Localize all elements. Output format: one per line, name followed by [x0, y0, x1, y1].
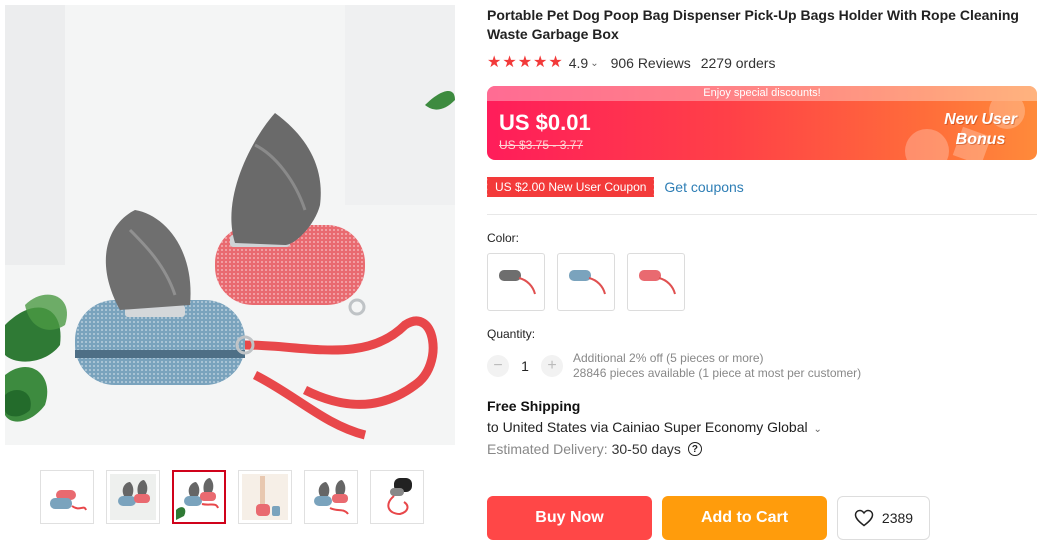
bonus-line-2: Bonus — [955, 131, 1006, 148]
reviews-link[interactable]: 906 Reviews — [611, 55, 691, 71]
original-price: US $3.75 - 3.77 — [499, 138, 584, 152]
rating-value[interactable]: 4.9 — [569, 55, 588, 71]
bonus-line-1: New User — [944, 111, 1017, 128]
bulk-discount-note: Additional 2% off (5 pieces or more) — [573, 351, 764, 365]
thumbnail-1[interactable] — [40, 470, 94, 524]
help-circle-icon[interactable]: ? — [687, 442, 702, 456]
chevron-down-icon[interactable]: ⌄ — [814, 424, 822, 435]
new-user-coupon-badge[interactable]: US $2.00 New User Coupon — [484, 177, 655, 197]
delivery-label: Estimated Delivery: — [487, 441, 608, 457]
coupon-row: US $2.00 New User Coupon Get coupons — [484, 177, 1037, 197]
orders-count: 2279 orders — [700, 55, 776, 71]
shipping-destination[interactable]: to United States via Cainiao Super Econo… — [487, 419, 1037, 435]
product-title: Portable Pet Dog Poop Bag Dispenser Pick… — [487, 7, 1019, 42]
thumbnail-4[interactable] — [238, 470, 292, 524]
star-rating: ★ ★ ★ ★ ★ — [487, 55, 563, 71]
rating-row: ★ ★ ★ ★ ★ 4.9 ⌄ 906 Reviews 2279 orders — [487, 55, 1037, 72]
get-coupons-link[interactable]: Get coupons — [664, 179, 743, 195]
heart-outline-icon — [854, 509, 874, 527]
wishlist-count: 2389 — [881, 510, 914, 526]
estimated-delivery: Estimated Delivery: 30-50 days ? — [487, 441, 1037, 457]
add-to-cart-button[interactable]: Add to Cart — [662, 496, 827, 540]
chevron-down-icon[interactable]: ⌄ — [590, 58, 598, 69]
color-label: Color: — [487, 231, 520, 245]
star-icon: ★ — [517, 54, 533, 71]
free-shipping-title: Free Shipping — [487, 398, 581, 414]
color-swatches — [487, 253, 1037, 311]
product-info-panel: Portable Pet Dog Poop Bag Dispenser Pick… — [484, 6, 1037, 457]
quantity-note: Additional 2% off (5 pieces or more) 288… — [573, 351, 861, 381]
quantity-stepper: − 1 + Additional 2% off (5 pieces or mor… — [487, 351, 1037, 381]
quantity-label: Quantity: — [487, 327, 536, 341]
main-product-image[interactable] — [5, 5, 455, 445]
color-option-blue[interactable] — [557, 253, 615, 311]
delivery-days: 30-50 days — [611, 441, 681, 457]
thumbnail-strip — [40, 470, 424, 524]
quantity-decrease-button[interactable]: − — [487, 355, 509, 377]
price-box: Enjoy special discounts! US $0.01 US $3.… — [487, 86, 1037, 160]
color-option-pink[interactable] — [627, 253, 685, 311]
stock-available-note: 28846 pieces available (1 piece at most … — [573, 366, 862, 380]
star-icon: ★ — [548, 54, 563, 71]
divider — [487, 214, 1037, 215]
thumbnail-6[interactable] — [370, 470, 424, 524]
star-icon: ★ — [502, 54, 517, 71]
wishlist-button[interactable]: 2389 — [837, 496, 930, 540]
thumbnail-3-selected[interactable] — [172, 470, 226, 524]
quantity-value[interactable]: 1 — [509, 358, 541, 374]
action-buttons: Buy Now Add to Cart 2389 — [487, 496, 930, 540]
color-option-gray[interactable] — [487, 253, 545, 311]
current-price: US $0.01 — [499, 110, 591, 135]
thumbnail-2[interactable] — [106, 470, 160, 524]
quantity-increase-button[interactable]: + — [541, 355, 563, 377]
buy-now-button[interactable]: Buy Now — [487, 496, 652, 540]
star-icon: ★ — [487, 54, 502, 71]
star-icon: ★ — [533, 54, 548, 71]
thumbnail-5[interactable] — [304, 470, 358, 524]
new-user-bonus: New User Bonus — [944, 110, 1017, 150]
product-photo — [5, 5, 455, 445]
shipping-destination-text[interactable]: to United States via Cainiao Super Econo… — [487, 419, 808, 435]
discount-banner: Enjoy special discounts! — [487, 86, 1037, 101]
